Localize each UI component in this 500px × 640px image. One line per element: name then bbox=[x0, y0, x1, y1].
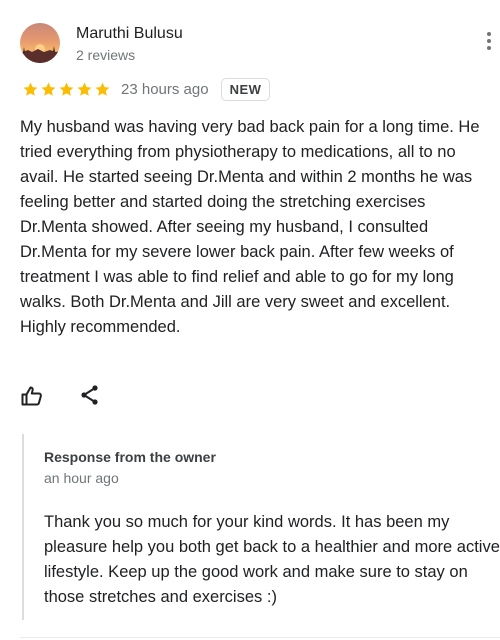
more-vertical-icon bbox=[487, 32, 491, 50]
more-options-button[interactable] bbox=[474, 26, 500, 56]
star-icon bbox=[95, 82, 110, 96]
star-icon bbox=[41, 82, 56, 96]
thumbs-up-icon bbox=[21, 386, 42, 406]
star-icon bbox=[77, 82, 92, 96]
star-icon bbox=[59, 82, 74, 96]
reviewer-name[interactable]: Maruthi Bulusu bbox=[76, 25, 183, 43]
owner-response-time: an hour ago bbox=[44, 470, 119, 486]
star-icon bbox=[23, 82, 38, 96]
new-badge: NEW bbox=[220, 77, 271, 101]
review-time: 23 hours ago bbox=[121, 80, 209, 98]
like-button[interactable] bbox=[20, 384, 44, 408]
review-text: My husband was having very bad back pain… bbox=[20, 118, 480, 336]
share-icon bbox=[81, 385, 98, 405]
star-rating bbox=[22, 81, 111, 98]
divider bbox=[20, 637, 500, 638]
rating-row: 23 hours ago NEW bbox=[22, 77, 271, 101]
reviewer-review-count: 2 reviews bbox=[76, 47, 136, 63]
owner-response-text: Thank you so much for your kind words. I… bbox=[44, 513, 500, 606]
share-button[interactable] bbox=[78, 383, 102, 407]
owner-response-title: Response from the owner bbox=[44, 449, 216, 465]
owner-response: Response from the owner an hour ago Than… bbox=[22, 434, 500, 620]
avatar[interactable] bbox=[20, 23, 60, 63]
